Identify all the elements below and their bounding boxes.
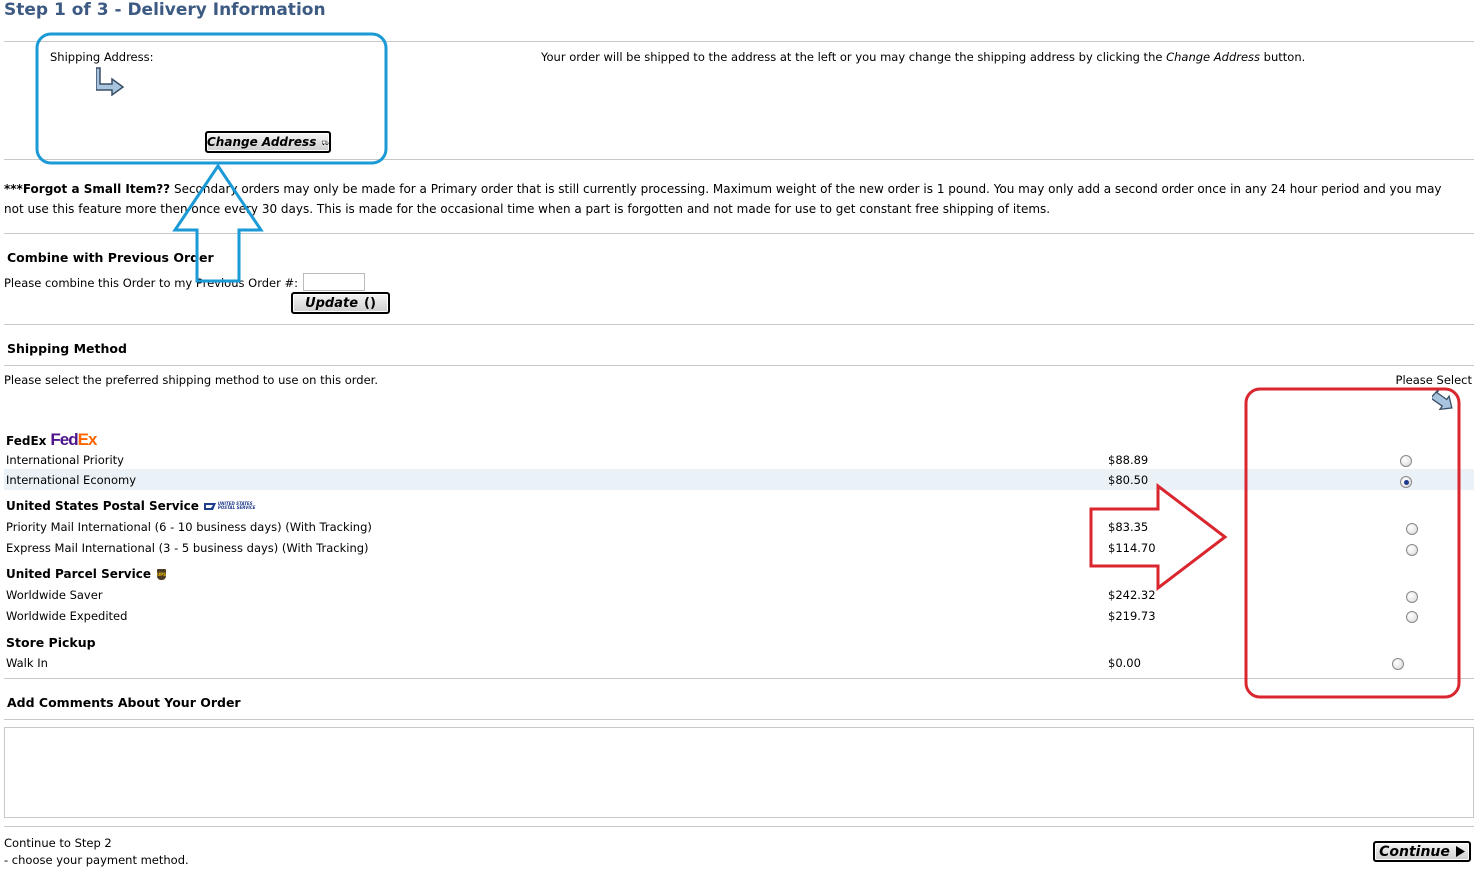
red-right-arrow-icon (1089, 482, 1228, 592)
combine-heading: Combine with Previous Order (7, 250, 214, 265)
divider (4, 365, 1474, 366)
divider (4, 233, 1474, 234)
divider (4, 719, 1474, 720)
continue-step-label: Continue to Step 2 (4, 836, 112, 850)
shipping-option-price: $114.70 (1108, 541, 1156, 555)
address-info-text: Your order will be shipped to the addres… (541, 50, 1306, 64)
previous-order-input[interactable] (303, 273, 365, 291)
usps-logo: UNITED STATES POSTAL SERVICE (203, 502, 256, 511)
comments-heading: Add Comments About Your Order (7, 695, 241, 710)
ups-logo: UPS (157, 568, 166, 580)
combine-label: Please combine this Order to my Previous… (4, 276, 298, 290)
shipping-option-radio[interactable] (1406, 544, 1418, 556)
shipping-option-price: $219.73 (1108, 609, 1156, 623)
truck-icon (322, 140, 329, 145)
continue-button[interactable]: Continue (1373, 841, 1471, 862)
shipping-option-radio[interactable] (1406, 611, 1418, 623)
shipping-option-radio[interactable] (1406, 523, 1418, 535)
forgot-item-notice: ***Forgot a Small Item?? Secondary order… (4, 182, 1442, 216)
please-select-label: Please Select (1395, 373, 1472, 387)
divider (4, 41, 1474, 42)
shipping-option-price: $88.89 (1108, 453, 1149, 467)
update-button[interactable]: Update () (291, 292, 390, 314)
carrier-usps: United States Postal Service UNITED STAT… (6, 499, 256, 513)
change-address-button[interactable]: Change Address (205, 131, 331, 153)
shipping-option-price: $83.35 (1108, 520, 1149, 534)
shipping-option-label: International Economy (6, 473, 137, 487)
shipping-option-label: Priority Mail International (6 - 10 busi… (6, 520, 372, 534)
selected-row-highlight (4, 469, 1474, 490)
update-label: Update (305, 295, 359, 311)
page-title: Step 1 of 3 - Delivery Information (4, 0, 326, 20)
shipping-option-label: Worldwide Expedited (6, 609, 128, 623)
arrow-down-right-icon (96, 67, 125, 96)
shipping-option-radio[interactable] (1400, 476, 1412, 488)
shipping-option-label: Express Mail International (3 - 5 busine… (6, 541, 369, 555)
shipping-option-radio[interactable] (1400, 455, 1412, 467)
shipping-option-price: $80.50 (1108, 473, 1149, 487)
divider (4, 159, 1474, 160)
continue-label: Continue (1379, 843, 1450, 860)
comments-textarea[interactable] (4, 727, 1474, 818)
shipping-option-price: $242.32 (1108, 588, 1156, 602)
continue-step-sublabel: - choose your payment method. (4, 853, 189, 867)
shipping-option-label: International Priority (6, 453, 124, 467)
play-arrow-icon (1455, 846, 1465, 857)
shipping-option-price: $0.00 (1108, 656, 1141, 670)
carrier-store-pickup: Store Pickup (6, 635, 96, 650)
shipping-option-label: Walk In (6, 656, 48, 670)
fedex-logo: FedEx (50, 430, 97, 449)
divider (4, 678, 1474, 679)
arrow-down-right-icon (1432, 388, 1453, 411)
shipping-address-label: Shipping Address: (50, 50, 154, 64)
divider (4, 826, 1474, 827)
red-highlight-box (1244, 387, 1461, 699)
divider (4, 324, 1474, 325)
change-address-label: Change Address (207, 135, 317, 149)
refresh-icon: () (364, 295, 376, 311)
shipping-method-heading: Shipping Method (7, 341, 127, 356)
carrier-ups: United Parcel Service UPS (6, 567, 166, 581)
shipping-instruction: Please select the preferred shipping met… (4, 373, 379, 387)
eagle-icon (203, 502, 216, 510)
carrier-fedex: FedEx FedEx (6, 430, 97, 449)
shipping-option-radio[interactable] (1392, 658, 1404, 670)
shipping-option-radio[interactable] (1406, 591, 1418, 603)
shipping-option-label: Worldwide Saver (6, 588, 103, 602)
